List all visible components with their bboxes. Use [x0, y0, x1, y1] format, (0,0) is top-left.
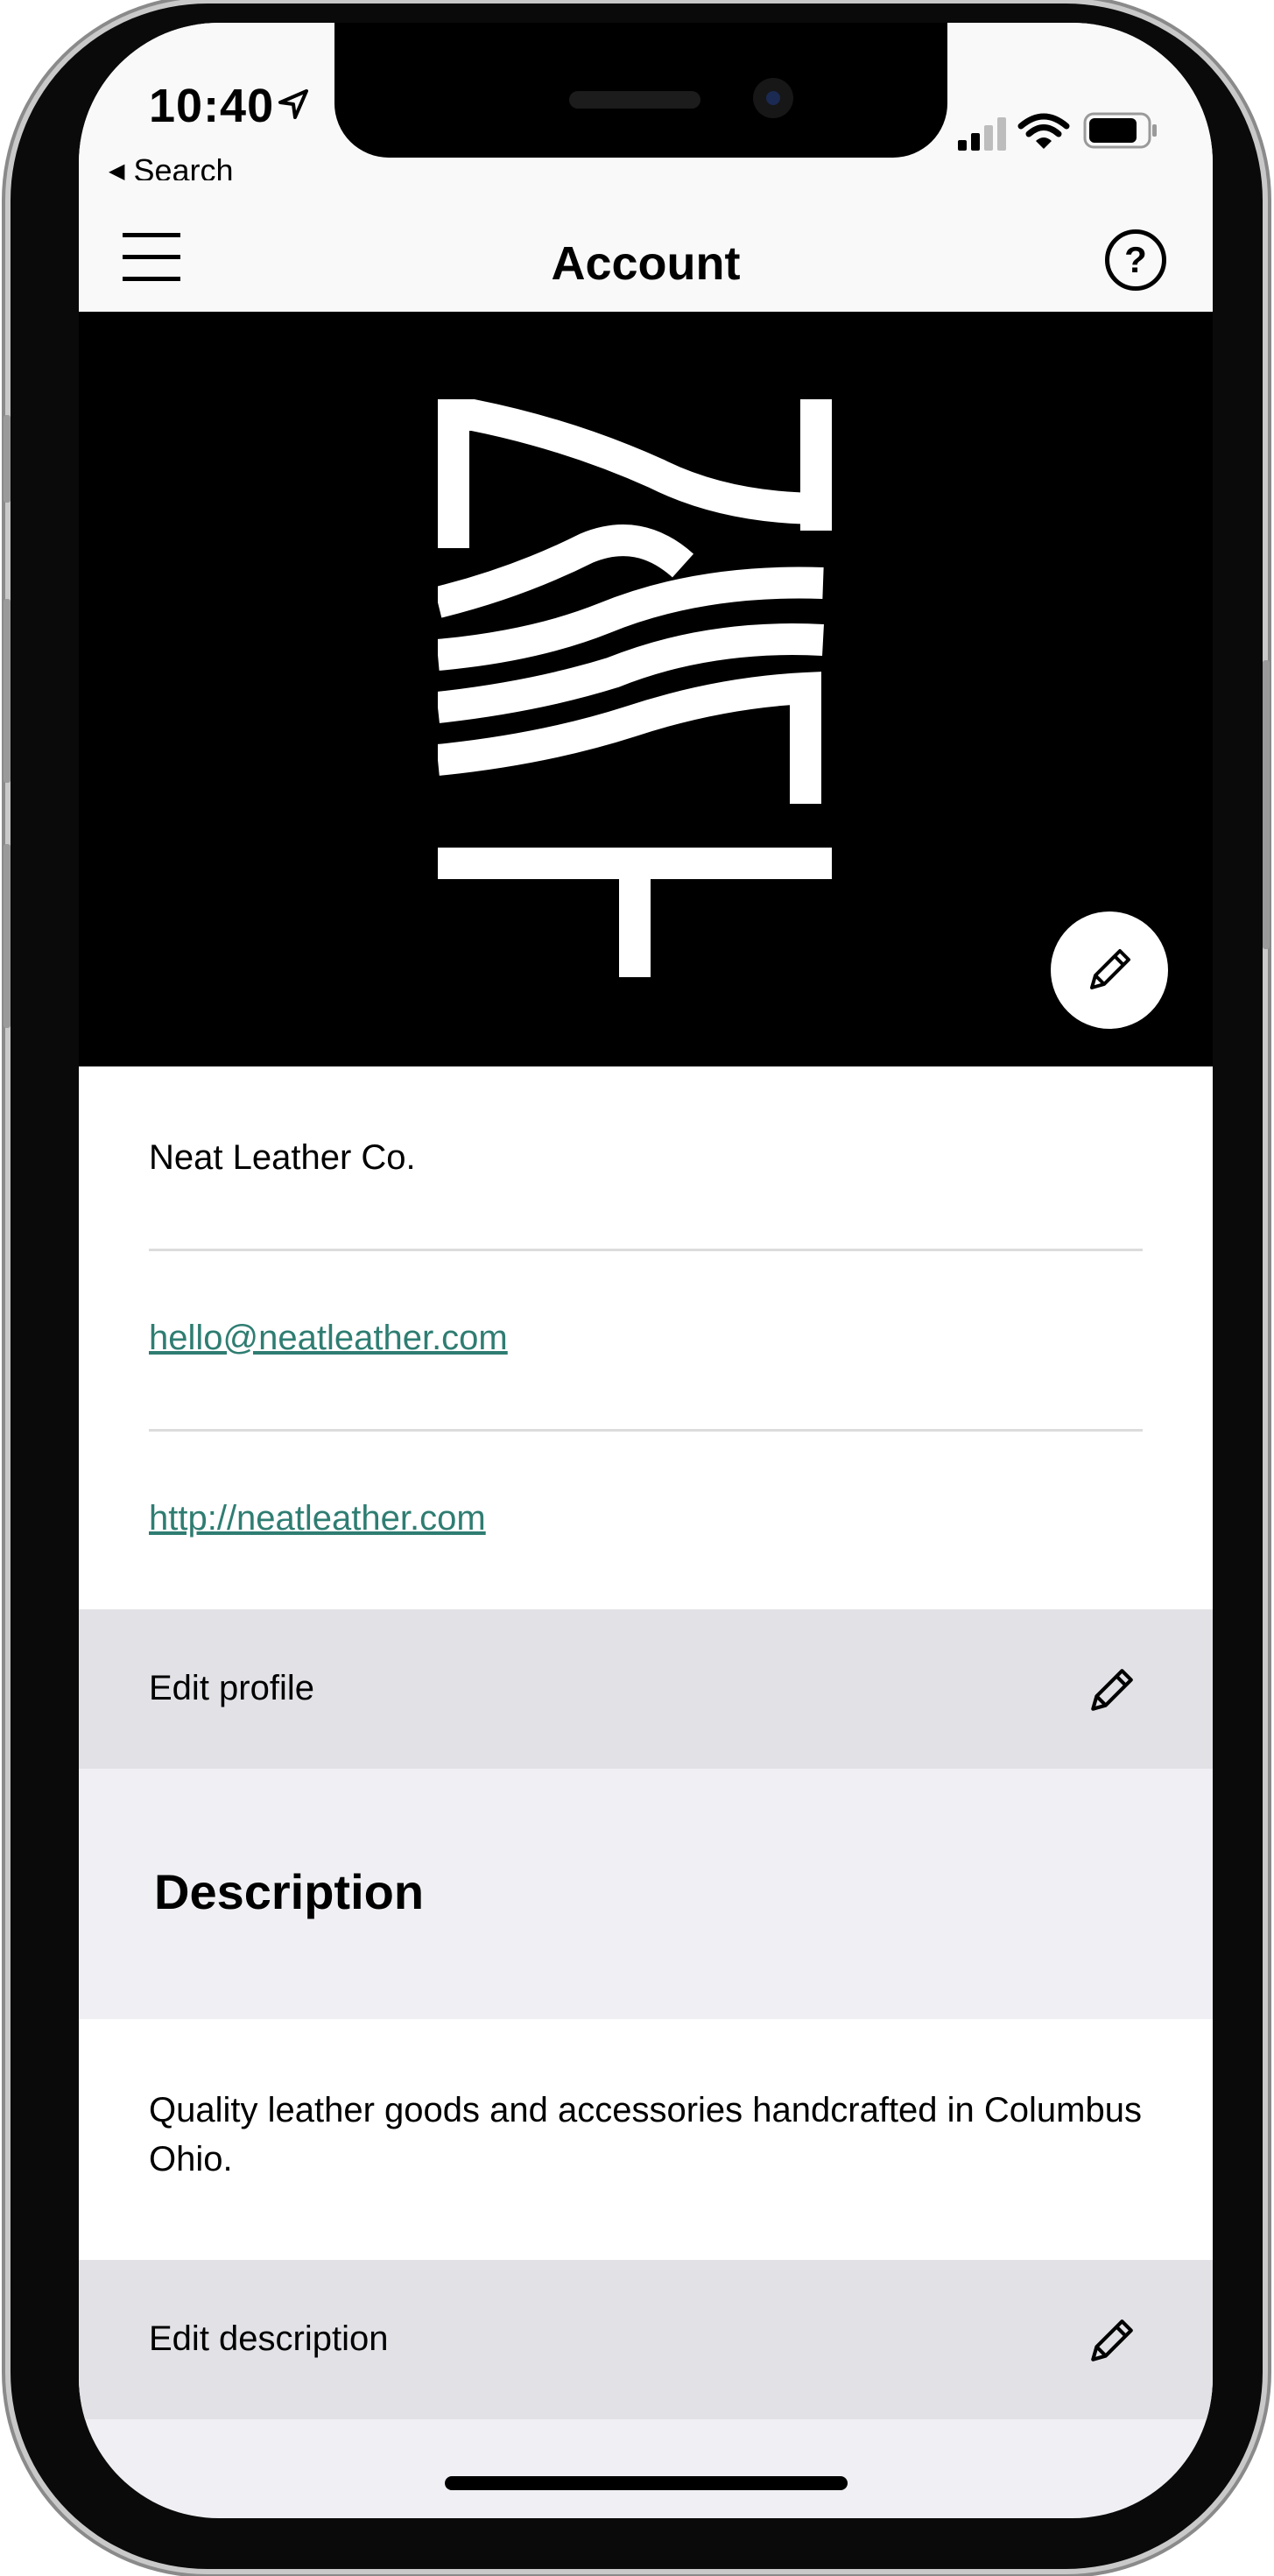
- business-name: Neat Leather Co.: [149, 1138, 416, 1177]
- pencil-icon: [1091, 2319, 1133, 2361]
- speaker-grille: [569, 91, 700, 109]
- website-link[interactable]: http://neatleather.com: [149, 1499, 1143, 1538]
- front-camera: [753, 78, 793, 118]
- power-button: [1263, 660, 1270, 949]
- edit-description-label: Edit description: [149, 2319, 389, 2358]
- notch: [334, 23, 947, 158]
- screen: 10:40 ◀ Search Account ? Neat Leather Co…: [79, 23, 1213, 2518]
- edit-profile-label: Edit profile: [149, 1669, 314, 1707]
- question-mark-icon[interactable]: ?: [1105, 229, 1166, 291]
- page-title: Account: [551, 237, 741, 290]
- edit-description-row[interactable]: Edit description: [79, 2260, 1213, 2419]
- pencil-icon: [1090, 949, 1130, 989]
- description-body: Quality leather goods and accessories ha…: [79, 2019, 1213, 2260]
- home-indicator[interactable]: [445, 2476, 848, 2490]
- phone-frame: 10:40 ◀ Search Account ? Neat Leather Co…: [4, 4, 1270, 2569]
- email-link[interactable]: hello@neatleather.com: [149, 1319, 1143, 1358]
- description-section-header: Description: [79, 1769, 1213, 2019]
- wifi-icon: [1017, 113, 1070, 149]
- divider: [149, 1249, 1143, 1251]
- back-triangle-icon: ◀: [109, 159, 125, 183]
- status-time: 10:40: [149, 80, 275, 132]
- battery-icon: [1083, 112, 1157, 149]
- edit-photo-button[interactable]: [1051, 911, 1168, 1029]
- edit-profile-row[interactable]: Edit profile: [79, 1609, 1213, 1769]
- section-title: Description: [154, 1864, 425, 1919]
- profile-banner: [79, 312, 1213, 1066]
- location-arrow-icon: [278, 89, 308, 119]
- description-text: Quality leather goods and accessories ha…: [149, 2091, 1142, 2178]
- brand-logo: [438, 399, 832, 977]
- divider: [149, 1429, 1143, 1432]
- profile-info: Neat Leather Co. hello@neatleather.com h…: [79, 1066, 1213, 1609]
- mute-switch: [4, 415, 11, 503]
- volume-down-button: [4, 844, 11, 1028]
- volume-up-button: [4, 599, 11, 783]
- pencil-icon: [1091, 1669, 1133, 1711]
- cellular-signal-icon: [958, 117, 1006, 151]
